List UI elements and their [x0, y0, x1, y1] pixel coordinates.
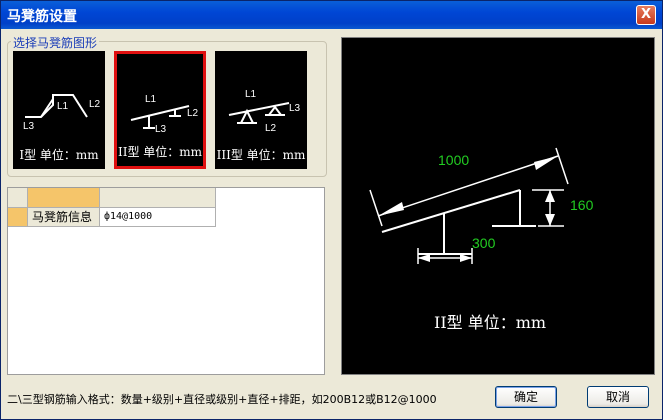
type-2-l1: L1 — [145, 94, 157, 105]
title-bar: 马凳筋设置 X — [1, 1, 662, 29]
grid-column-header-1 — [28, 188, 100, 208]
grid-row-label: 马凳筋信息 — [28, 208, 100, 227]
type-1-l3: L3 — [23, 121, 35, 132]
dim-length-label: 1000 — [438, 152, 469, 168]
preview-caption: II型 单位：mm — [434, 313, 546, 332]
type-3-l1: L1 — [245, 89, 257, 100]
type-3-l2: L2 — [265, 123, 277, 134]
format-hint: 二\三型钢筋输入格式：数量+级别+直径或级别+直径+排距，如200B12或B12… — [7, 393, 437, 406]
shape-type-1[interactable]: L1 L2 L3 I型 单位：mm — [13, 51, 105, 169]
shape-type-2[interactable]: L1 L2 L3 II型 单位：mm — [114, 51, 206, 169]
property-grid: 马凳筋信息 ф14@1000 — [7, 187, 325, 375]
dialog-window: 马凳筋设置 X 选择马凳筋图形 L1 L2 L3 I型 单位：mm L1 L2 … — [0, 0, 663, 420]
group-label: 选择马凳筋图形 — [11, 34, 100, 51]
preview-drawing: 1000 160 300 II型 单位：mm — [369, 147, 594, 332]
close-button[interactable]: X — [636, 5, 656, 25]
shape-type-3[interactable]: L1 L3 L2 III型 单位：mm — [215, 51, 307, 169]
type-1-caption: I型 单位：mm — [19, 148, 99, 162]
window-title: 马凳筋设置 — [7, 9, 77, 25]
type-2-l3: L3 — [155, 124, 167, 135]
ok-button[interactable]: 确定 — [495, 386, 557, 408]
grid-row-value-cell[interactable]: ф14@1000 — [100, 208, 216, 227]
grid-column-header-2 — [100, 188, 216, 208]
type-2-l2: L2 — [187, 108, 199, 119]
type-1-l2: L2 — [89, 99, 101, 110]
cancel-button[interactable]: 取消 — [587, 386, 649, 408]
dim-base-label: 300 — [472, 235, 496, 251]
type-3-caption: III型 单位：mm — [216, 148, 306, 162]
type-1-l1: L1 — [57, 101, 69, 112]
preview-panel: 1000 160 300 II型 单位：mm — [341, 37, 655, 375]
type-2-caption: II型 单位：mm — [117, 145, 203, 159]
type-3-l3: L3 — [289, 103, 301, 114]
close-icon: X — [640, 7, 652, 22]
grid-corner — [8, 188, 28, 208]
grid-row-header[interactable] — [8, 208, 28, 227]
dim-height-label: 160 — [570, 197, 594, 213]
